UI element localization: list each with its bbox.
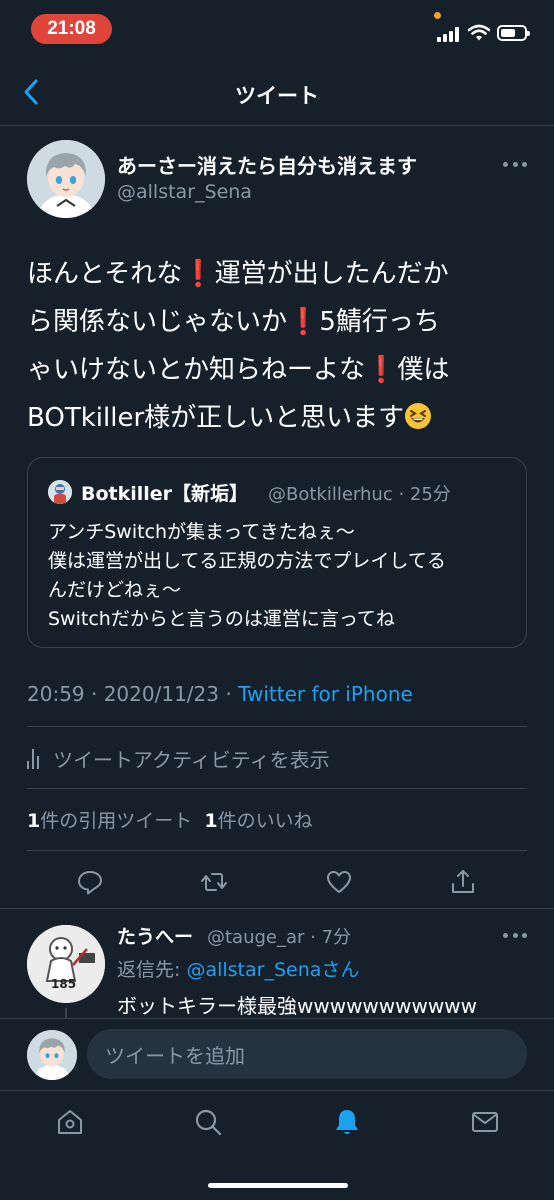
home-indicator bbox=[208, 1183, 348, 1188]
quoted-tweet[interactable]: Botkiller【新垢】 @Botkillerhuc · 25分 アンチSwi… bbox=[27, 457, 527, 648]
exclamation-emoji: ❗ bbox=[287, 307, 320, 337]
home-icon[interactable] bbox=[55, 1107, 85, 1137]
tweet-meta: 20:59 · 2020/11/23 · Twitter for iPhone bbox=[27, 682, 413, 706]
divider bbox=[27, 726, 527, 727]
like-icon[interactable] bbox=[325, 868, 353, 896]
author-handle[interactable]: @allstar_Sena bbox=[117, 181, 252, 203]
avatar-badge: 185 bbox=[51, 977, 77, 991]
more-options-icon[interactable] bbox=[503, 162, 527, 170]
battery-icon bbox=[497, 25, 530, 41]
engagement-counts: 1件の引用ツイート 1件のいいね bbox=[27, 806, 313, 833]
reply-avatar[interactable]: 185 bbox=[27, 925, 105, 1003]
tweet-text-line: ら関係ないじゃないか❗5鯖行っち bbox=[27, 307, 440, 337]
quote-text-line: 僕は運営が出してる正規の方法でプレイしてる bbox=[48, 550, 446, 572]
divider bbox=[27, 788, 527, 789]
quote-text-line: んだけどねぇ〜 bbox=[48, 579, 182, 601]
divider bbox=[0, 908, 554, 909]
grinning-squinting-emoji bbox=[404, 398, 432, 446]
share-icon[interactable] bbox=[449, 868, 477, 896]
current-user-avatar bbox=[27, 1030, 77, 1080]
reply-icon[interactable] bbox=[76, 868, 104, 896]
author-display-name[interactable]: あーさー消えたら自分も消えます bbox=[117, 150, 417, 179]
tweet-header: ツイート bbox=[0, 56, 554, 126]
reply-to-mention[interactable]: @allstar_Senaさん bbox=[186, 959, 359, 981]
quote-text-line: Switchだからと言うのは運営に言ってね bbox=[48, 608, 395, 630]
quote-avatar bbox=[48, 480, 72, 504]
search-icon[interactable] bbox=[193, 1107, 223, 1137]
reply-text: ボットキラー様最強wwwwwwwwwww bbox=[117, 994, 477, 1018]
activity-label: ツイートアクティビティを表示 bbox=[53, 748, 330, 772]
status-time: 21:08 bbox=[31, 14, 112, 44]
tweet-source-link[interactable]: Twitter for iPhone bbox=[238, 682, 413, 706]
tweet-text: ほんとそれな❗運営が出したんだか ら関係ないじゃないか❗5鯖行っち ゃいけないと… bbox=[27, 250, 527, 446]
reply-composer: ツイートを追加 bbox=[0, 1018, 554, 1090]
privacy-dot-icon bbox=[434, 12, 441, 19]
page-title: ツイート bbox=[235, 84, 319, 108]
messages-icon[interactable] bbox=[470, 1107, 500, 1137]
activity-chart-icon bbox=[27, 748, 43, 769]
exclamation-emoji: ❗ bbox=[365, 355, 398, 385]
divider bbox=[27, 850, 527, 851]
quote-text: アンチSwitchが集まってきたねぇ〜 僕は運営が出してる正規の方法でプレイして… bbox=[48, 518, 518, 634]
tweet-timestamp: 20:59 · 2020/11/23 · bbox=[27, 682, 239, 706]
reply-handle-time[interactable]: @tauge_ar · 7分 bbox=[207, 923, 351, 949]
exclamation-emoji: ❗ bbox=[182, 259, 215, 289]
tweet-activity-link[interactable]: ツイートアクティビティを表示 bbox=[27, 744, 330, 773]
tweet-text-line: ほんとそれな❗運営が出したんだか bbox=[27, 259, 449, 289]
tweet-text-line: ゃいけないとか知らねーよな❗僕は bbox=[27, 355, 450, 385]
tweet-text-line: BOTkiller様が正しいと思います bbox=[27, 394, 527, 446]
reply-more-options-icon[interactable] bbox=[503, 933, 527, 941]
cellular-signal-icon bbox=[437, 26, 463, 42]
add-tweet-input[interactable]: ツイートを追加 bbox=[87, 1029, 527, 1079]
reply-display-name[interactable]: たうへー bbox=[117, 922, 193, 949]
status-bar: 21:08 bbox=[0, 0, 554, 56]
notifications-icon[interactable] bbox=[332, 1107, 362, 1137]
wifi-icon bbox=[468, 24, 490, 41]
quote-tweets-count[interactable]: 1件の引用ツイート bbox=[27, 810, 192, 832]
likes-count[interactable]: 1件のいいね bbox=[204, 810, 312, 832]
tweet-action-bar bbox=[0, 852, 554, 910]
author-avatar[interactable] bbox=[27, 140, 105, 218]
retweet-icon[interactable] bbox=[200, 868, 228, 896]
quote-handle-time: @Botkillerhuc · 25分 bbox=[268, 484, 451, 505]
quote-display-name: Botkiller【新垢】 bbox=[81, 483, 249, 505]
quote-text-line: アンチSwitchが集まってきたねぇ〜 bbox=[48, 521, 355, 543]
reply-to: 返信先: @allstar_Senaさん bbox=[117, 959, 360, 981]
